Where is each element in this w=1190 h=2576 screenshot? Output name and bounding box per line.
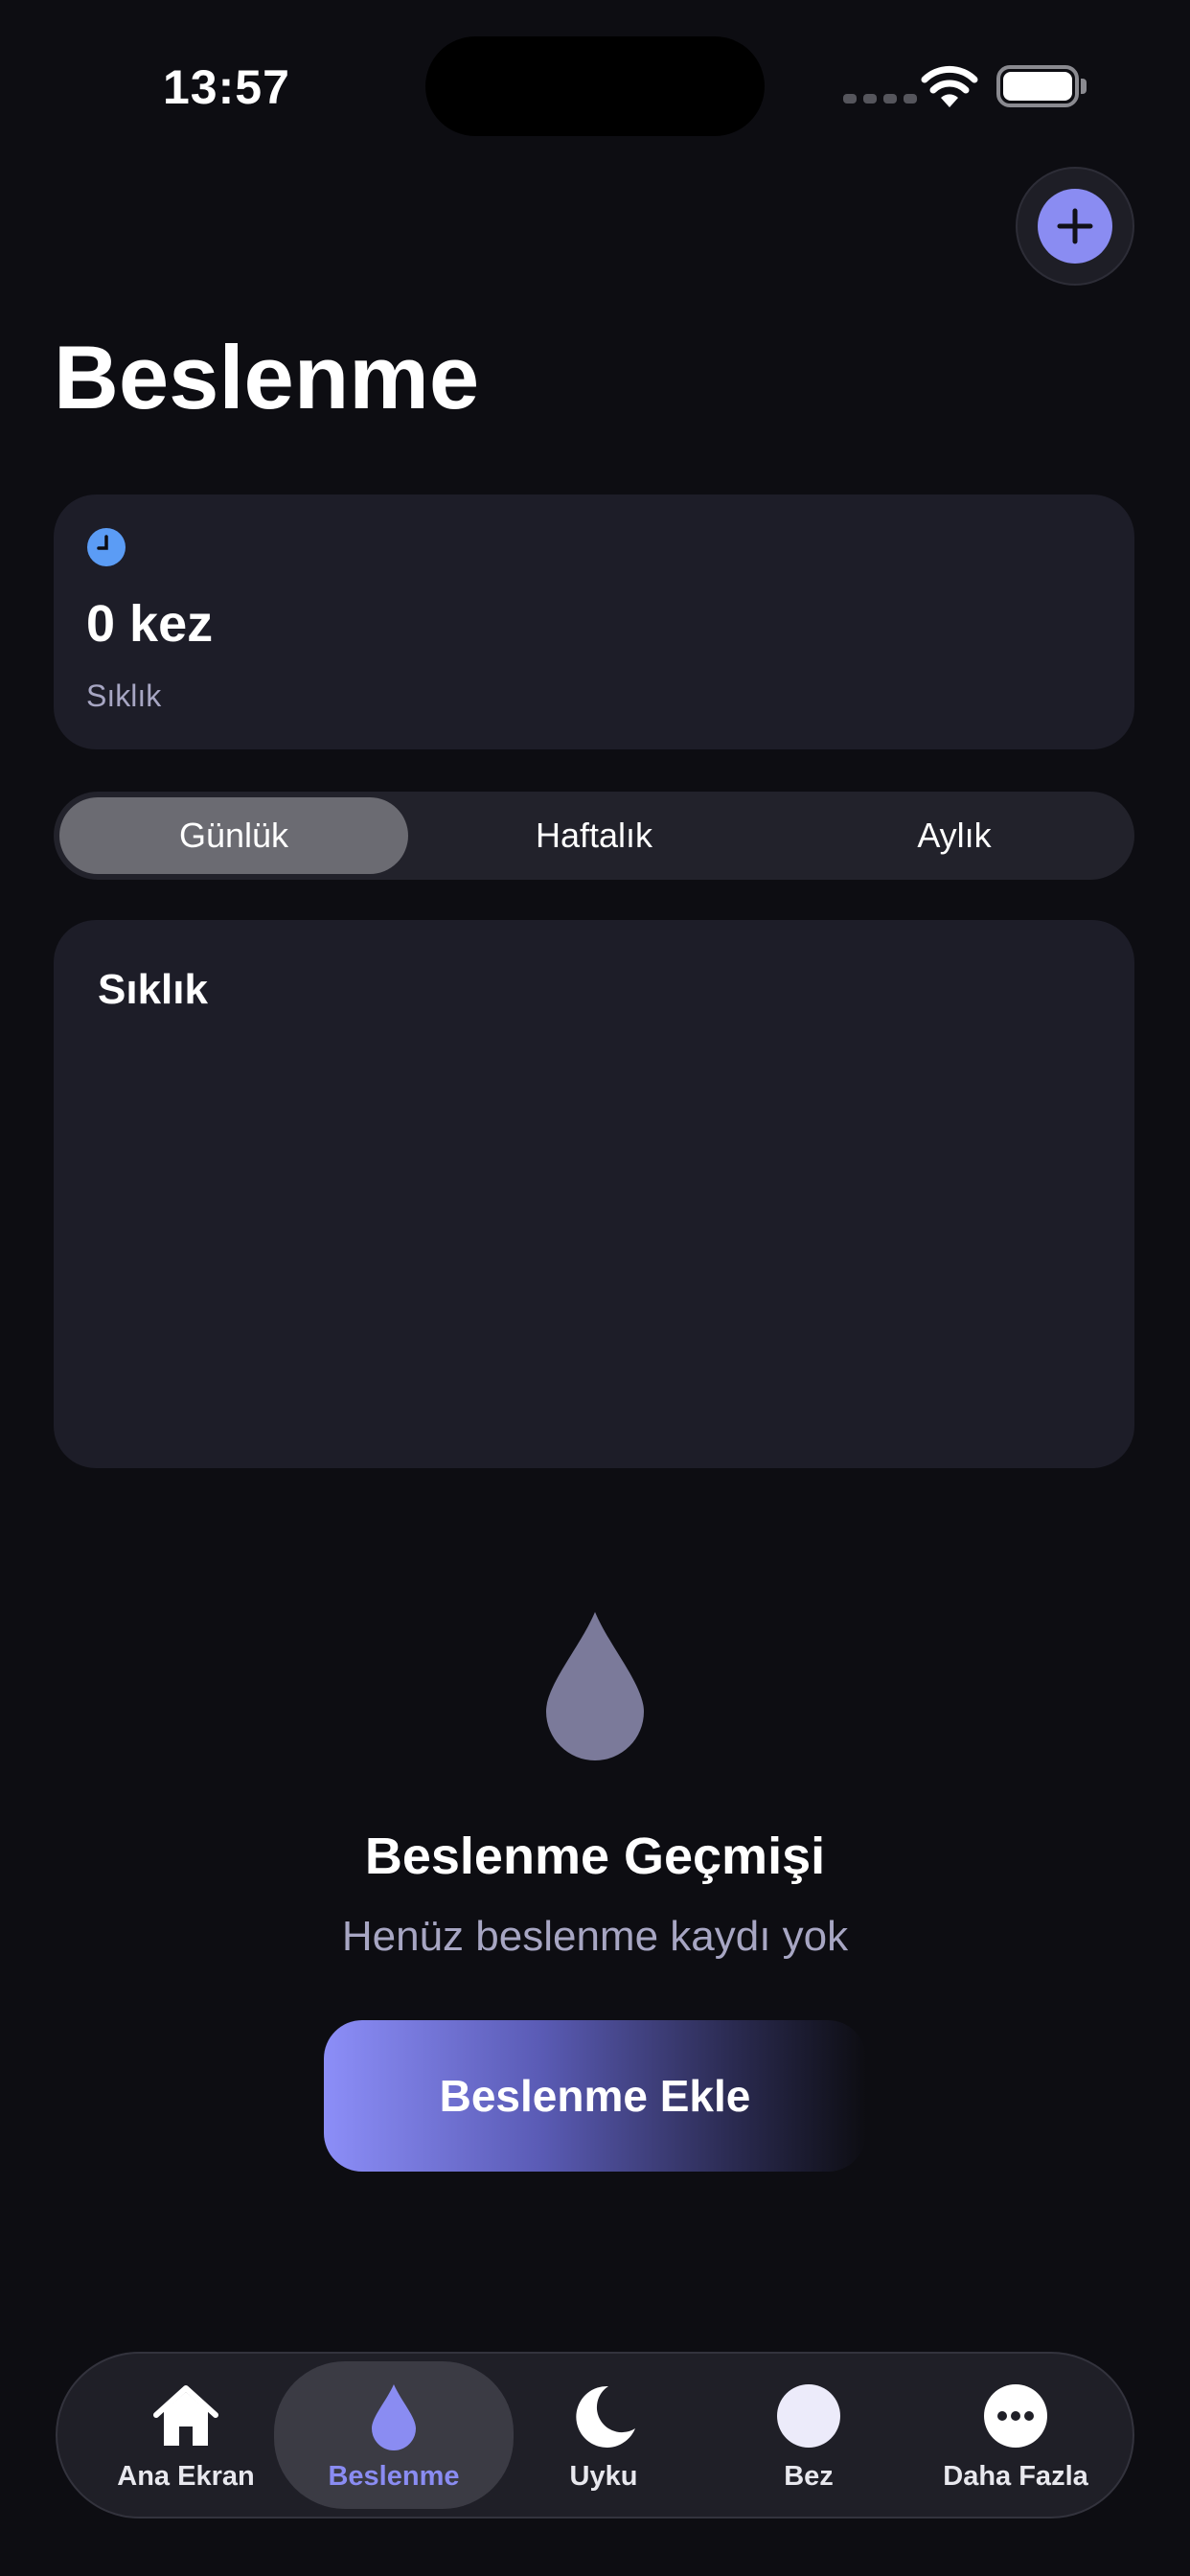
tab-label: Beslenme	[328, 2461, 460, 2492]
battery-icon	[996, 65, 1079, 107]
tab-feeding[interactable]: Beslenme	[274, 2361, 514, 2509]
clock-icon	[87, 528, 126, 566]
segment-daily[interactable]: Günlük	[59, 797, 408, 874]
cellular-signal-icon	[843, 94, 917, 104]
house-icon	[153, 2385, 218, 2446]
dynamic-island	[425, 36, 765, 136]
stat-label: Sıklık	[86, 678, 162, 713]
tab-diaper[interactable]: Bez	[722, 2354, 895, 2517]
page-title: Beslenme	[54, 327, 480, 427]
frequency-stat-card: 0 kez Sıklık	[54, 494, 1134, 749]
tab-label: Ana Ekran	[117, 2461, 255, 2492]
circle-icon	[777, 2384, 840, 2448]
chart-title: Sıklık	[98, 966, 208, 1013]
period-segmented-control: Günlük Haftalık Aylık	[54, 792, 1134, 880]
stat-value: 0 kez	[86, 595, 214, 653]
tab-label: Bez	[784, 2461, 834, 2492]
status-time: 13:57	[163, 60, 290, 114]
add-button[interactable]	[1016, 167, 1134, 286]
drop-icon	[546, 1612, 644, 1760]
more-icon	[984, 2384, 1047, 2448]
tab-bar: Ana Ekran Beslenme Uyku Bez Daha Fazla	[56, 2352, 1134, 2518]
add-feeding-button[interactable]: Beslenme Ekle	[324, 2020, 866, 2172]
segment-monthly[interactable]: Aylık	[780, 797, 1129, 874]
frequency-chart-card: Sıklık	[54, 920, 1134, 1468]
plus-icon	[1038, 189, 1112, 264]
empty-state-title: Beslenme Geçmişi	[364, 1828, 826, 1885]
drop-icon	[372, 2384, 416, 2450]
tab-label: Uyku	[569, 2461, 638, 2492]
moon-icon	[576, 2385, 635, 2448]
tab-more[interactable]: Daha Fazla	[920, 2354, 1111, 2517]
segment-weekly[interactable]: Haftalık	[420, 797, 768, 874]
tab-home[interactable]: Ana Ekran	[100, 2354, 272, 2517]
empty-state-subtitle: Henüz beslenme kaydı yok	[341, 1913, 849, 1960]
tab-label: Daha Fazla	[943, 2461, 1088, 2492]
wifi-icon	[921, 65, 978, 107]
tab-sleep[interactable]: Uyku	[517, 2354, 690, 2517]
